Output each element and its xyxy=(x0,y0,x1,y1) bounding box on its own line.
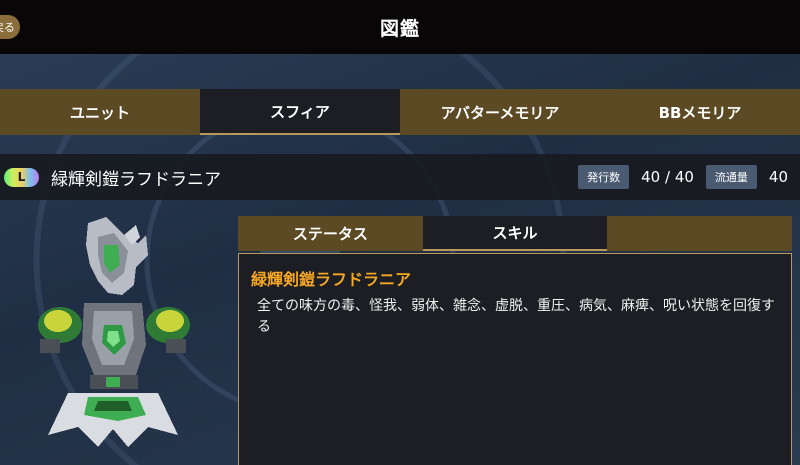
circulation-value: 40 xyxy=(768,168,788,186)
category-tabs: ユニット スフィア アバターメモリア BBメモリア xyxy=(0,89,800,135)
issued-value: 40 / 40 xyxy=(641,168,694,186)
header-bar: 戻る 図鑑 xyxy=(0,0,800,54)
skill-name: 緑輝剣鎧ラフドラニア xyxy=(251,270,412,289)
sphere-name: 緑輝剣鎧ラフドラニア xyxy=(51,169,221,190)
circulation-label: 流通量 xyxy=(705,165,757,189)
skill-panel: 緑輝剣鎧ラフドラニア 全ての味方の毒、怪我、弱体、雑念、虚脱、重圧、病気、麻痺、… xyxy=(238,253,792,465)
back-button[interactable]: 戻る xyxy=(0,15,20,39)
tab-status[interactable]: ステータス xyxy=(238,216,423,251)
detail-tabs: ステータス スキル xyxy=(238,216,792,251)
issued-label: 発行数 xyxy=(578,165,630,189)
tab-skill[interactable]: スキル xyxy=(422,216,608,251)
tab-empty[interactable] xyxy=(607,216,792,251)
sphere-name-bar: L 緑輝剣鎧ラフドラニア 発行数 40 / 40 流通量 40 xyxy=(0,154,800,200)
page-title: 図鑑 xyxy=(379,17,420,40)
rarity-badge: L xyxy=(4,167,39,187)
sphere-armor-sprite xyxy=(38,217,190,447)
tab-unit[interactable]: ユニット xyxy=(0,89,200,135)
tab-bb-memoria[interactable]: BBメモリア xyxy=(600,89,800,135)
tab-avatar-memoria[interactable]: アバターメモリア xyxy=(400,89,600,135)
skill-description: 全ての味方の毒、怪我、弱体、雑念、虚脱、重圧、病気、麻痺、呪い状態を回復する xyxy=(257,298,775,335)
tab-sphere[interactable]: スフィア xyxy=(200,89,400,135)
